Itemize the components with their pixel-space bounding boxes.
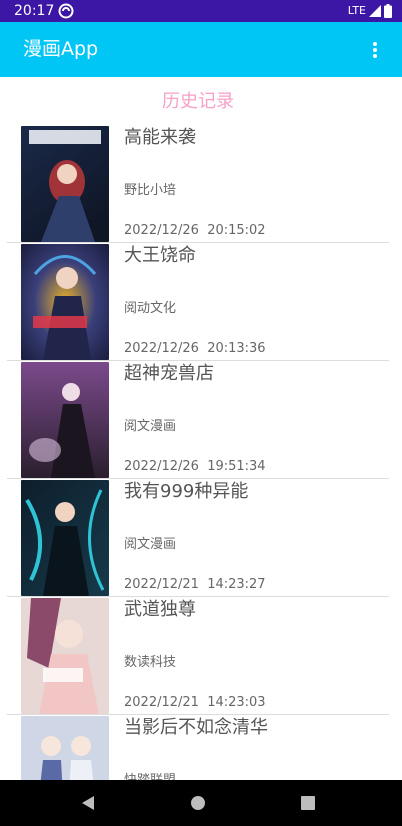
signal-icon xyxy=(369,5,381,17)
read-time: 2022/12/26 20:13:36 xyxy=(124,341,266,356)
history-item[interactable]: 我有999种异能 阅文漫画 2022/12/21 14:23:27 xyxy=(7,479,389,597)
cover-art xyxy=(21,716,109,780)
comic-cover xyxy=(21,480,109,596)
comic-title: 当影后不如念清华 xyxy=(124,717,268,738)
history-list[interactable]: 高能来袭 野比小培 2022/12/26 20:15:02 大王饶命 阅动文化 … xyxy=(7,125,389,780)
comic-cover xyxy=(21,244,109,360)
history-item[interactable]: 超神宠兽店 阅文漫画 2022/12/26 19:51:34 xyxy=(7,361,389,479)
comic-cover xyxy=(21,716,109,780)
comic-title: 超神宠兽店 xyxy=(124,363,214,384)
comic-title: 武道独尊 xyxy=(124,599,196,620)
comic-author: 阅动文化 xyxy=(124,301,177,316)
comic-author: 快踏联盟 xyxy=(124,772,176,780)
battery-icon xyxy=(384,4,392,18)
comic-author: 野比小培 xyxy=(124,183,177,198)
history-item[interactable]: 高能来袭 野比小培 2022/12/26 20:15:02 xyxy=(7,125,389,243)
app-notification-icon xyxy=(58,3,74,19)
comic-author: 数读科技 xyxy=(124,655,177,670)
comic-author: 阅文漫画 xyxy=(124,419,177,434)
history-item[interactable]: 当影后不如念清华 快踏联盟 xyxy=(7,715,389,780)
comic-cover xyxy=(21,126,109,242)
comic-cover xyxy=(21,598,109,714)
app-title: 漫画App xyxy=(23,38,99,60)
back-triangle-icon[interactable] xyxy=(79,794,97,812)
status-indicators: LTE xyxy=(348,2,392,20)
cover-art xyxy=(21,244,109,360)
cover-art xyxy=(21,598,109,714)
comic-title: 大王饶命 xyxy=(124,245,196,266)
read-time: 2022/12/21 14:23:27 xyxy=(124,577,266,592)
read-time: 2022/12/26 20:15:02 xyxy=(124,223,266,238)
history-item[interactable]: 大王饶命 阅动文化 2022/12/26 20:13:36 xyxy=(7,243,389,361)
comic-cover xyxy=(21,362,109,478)
section-title: 历史记录 xyxy=(162,91,234,112)
home-circle-icon[interactable] xyxy=(189,794,207,812)
cover-art xyxy=(21,480,109,596)
cover-art xyxy=(21,126,109,242)
more-vert-icon[interactable] xyxy=(372,41,378,59)
comic-author: 阅文漫画 xyxy=(124,537,177,552)
app-bar: 漫画App xyxy=(0,22,402,77)
screen: 20:17 LTE 漫画App 历史记录 高能来袭 野比小培 2022/12/2… xyxy=(0,0,402,826)
read-time: 2022/12/21 14:23:03 xyxy=(124,695,266,710)
system-nav-bar xyxy=(0,780,402,826)
recents-square-icon[interactable] xyxy=(299,794,317,812)
status-time: 20:17 xyxy=(14,3,55,19)
comic-title: 我有999种异能 xyxy=(124,481,249,502)
history-page: 历史记录 高能来袭 野比小培 2022/12/26 20:15:02 大王饶命 … xyxy=(7,77,389,780)
network-type: LTE xyxy=(347,4,366,17)
comic-title: 高能来袭 xyxy=(124,127,196,148)
cover-art xyxy=(21,362,109,478)
history-item[interactable]: 武道独尊 数读科技 2022/12/21 14:23:03 xyxy=(7,597,389,715)
read-time: 2022/12/26 19:51:34 xyxy=(124,459,266,474)
status-bar: 20:17 LTE xyxy=(0,0,402,22)
